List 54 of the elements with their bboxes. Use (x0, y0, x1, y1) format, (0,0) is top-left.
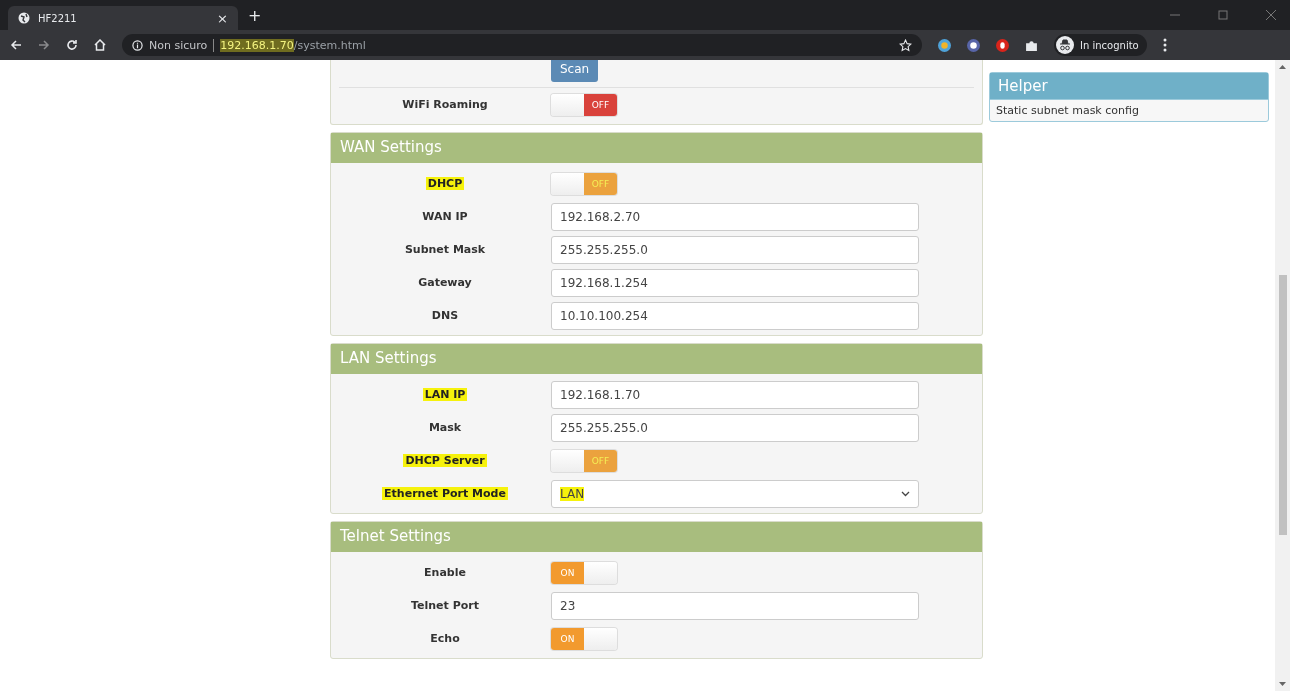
panel-header: Telnet Settings (331, 522, 982, 552)
field-label: Telnet Port (411, 599, 479, 612)
security-label: Non sicuro (149, 38, 208, 52)
extension-icon[interactable] (996, 38, 1009, 52)
browser-tab[interactable]: HF2211 × (8, 6, 238, 30)
tab-title: HF2211 (38, 12, 78, 24)
scroll-up-icon[interactable] (1279, 65, 1286, 69)
field-label: LAN IP (422, 388, 468, 401)
field-label: DNS (431, 309, 459, 322)
menu-icon[interactable] (1162, 38, 1167, 52)
field-label: Gateway (418, 276, 472, 289)
reload-icon[interactable] (66, 39, 78, 51)
field-label: Ethernet Port Mode (382, 487, 508, 500)
extension-icon[interactable] (938, 38, 951, 52)
panel-header: WAN Settings (331, 133, 982, 163)
field-label: WAN IP (422, 210, 468, 223)
forward-icon[interactable] (38, 39, 50, 51)
address-bar[interactable]: Non sicuro 192.168.1.70/system.html (122, 34, 922, 56)
star-icon[interactable] (899, 38, 912, 52)
field-label: DHCP Server (403, 454, 487, 467)
panel-header: LAN Settings (331, 344, 982, 374)
scroll-down-icon[interactable] (1279, 682, 1286, 686)
incognito-profile-button[interactable]: In incognito (1054, 34, 1147, 56)
scrollbar-thumb[interactable] (1278, 275, 1287, 535)
text-field[interactable]: 192.168.1.254 (551, 268, 919, 297)
field-label: DHCP (425, 177, 465, 190)
text-field[interactable]: 255.255.255.0 (551, 235, 919, 264)
helper-title: Helper (990, 73, 1268, 99)
scan-button[interactable]: Scan (551, 60, 599, 82)
chevron-icon (901, 490, 910, 497)
field-label: Echo (430, 632, 460, 645)
field-label: Subnet Mask (404, 243, 486, 256)
back-icon[interactable] (10, 39, 22, 51)
text-field[interactable]: 192.168.1.70 (551, 380, 919, 409)
url-text: 192.168.1.70/system.html (220, 38, 366, 52)
dropdown[interactable]: LAN (551, 479, 919, 508)
close-icon[interactable] (1266, 10, 1276, 20)
field-label: WiFi Roaming (402, 98, 488, 111)
globe-icon (18, 12, 30, 24)
field-label: Enable (424, 566, 466, 579)
helper-text: Static subnet mask config (990, 99, 1268, 121)
home-icon[interactable] (94, 39, 106, 51)
info-icon (132, 39, 143, 51)
text-field[interactable]: 23 (551, 591, 919, 620)
close-tab-button[interactable]: × (217, 10, 228, 26)
new-tab-button[interactable]: + (248, 5, 262, 25)
maximize-icon[interactable] (1218, 10, 1228, 20)
text-field[interactable]: 255.255.255.0 (551, 413, 919, 442)
text-field[interactable]: 10.10.100.254 (551, 301, 919, 330)
field-label: Mask (428, 421, 462, 434)
scrollbar[interactable] (1275, 60, 1290, 691)
extension-icon[interactable] (967, 38, 980, 52)
text-field[interactable]: 192.168.2.70 (551, 202, 919, 231)
incognito-icon (1056, 36, 1074, 54)
